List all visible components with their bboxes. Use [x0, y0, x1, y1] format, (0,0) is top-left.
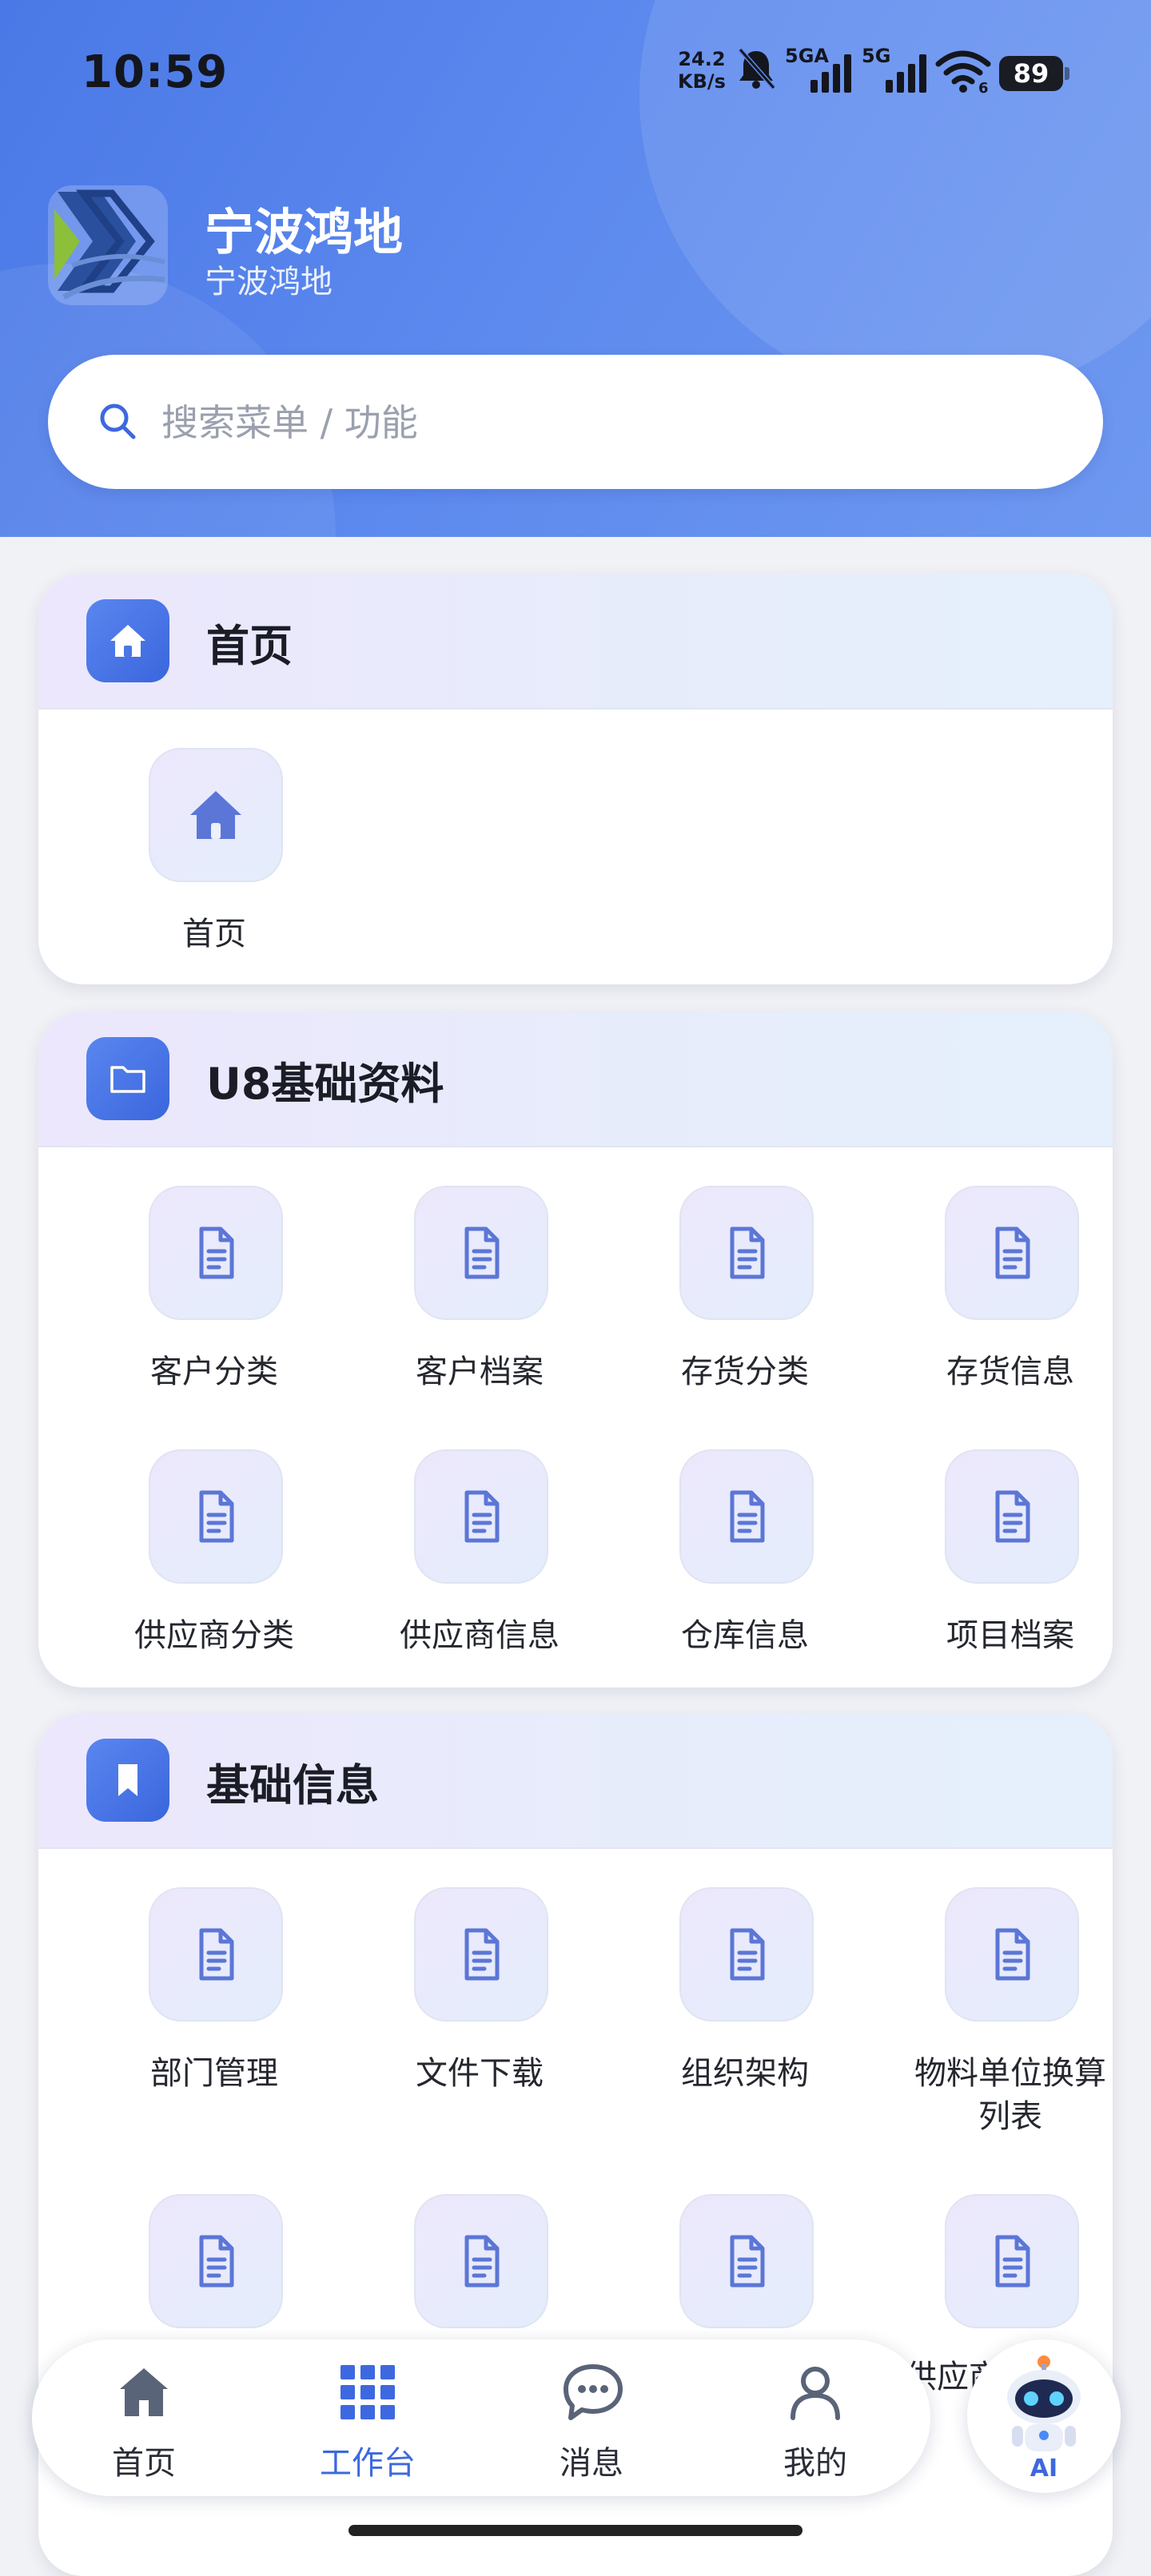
- document-icon: [149, 2194, 283, 2328]
- section-title: 基础信息: [206, 1760, 379, 1811]
- tab-label: 消息: [560, 2445, 623, 2482]
- section-card-home: 首页 首页: [38, 574, 1113, 984]
- tab-messages[interactable]: 消息: [512, 2339, 671, 2496]
- home-indicator[interactable]: [348, 2525, 803, 2536]
- tab-label: 我的: [783, 2445, 847, 2482]
- menu-item-label: 客户档案: [416, 1354, 544, 1390]
- document-icon: [414, 1186, 548, 1320]
- network-speed: 24.2 KB/s: [678, 48, 726, 93]
- tab-profile[interactable]: 我的: [735, 2339, 895, 2496]
- document-icon: [149, 1449, 283, 1584]
- battery-indicator: 89: [999, 56, 1069, 91]
- network-speed-unit: KB/s: [678, 70, 726, 93]
- signal-icon: 5GA: [785, 45, 851, 93]
- document-icon: [414, 1887, 548, 2021]
- app-title: 宁波鸿地: [205, 203, 404, 261]
- tab-label: 首页: [112, 2445, 176, 2482]
- folder-icon: [86, 1037, 169, 1120]
- home-icon: [86, 599, 169, 682]
- document-icon: [945, 1186, 1079, 1320]
- ai-assistant-button[interactable]: AI: [967, 2339, 1121, 2493]
- chat-icon: [564, 2364, 623, 2420]
- menu-item-label: 客户分类: [150, 1354, 278, 1390]
- menu-item-label: 供应商信息: [400, 1617, 560, 1654]
- grid-icon: [341, 2365, 395, 2419]
- document-icon: [679, 1449, 814, 1584]
- document-icon: [414, 2194, 548, 2328]
- section-title: 首页: [206, 621, 293, 671]
- search-input[interactable]: [160, 390, 1042, 455]
- bell-muted-icon: [738, 48, 776, 89]
- user-icon: [791, 2367, 840, 2420]
- menu-item-label: 供应商分类: [134, 1617, 294, 1654]
- menu-item-label: 仓库信息: [681, 1617, 809, 1654]
- document-icon: [945, 1887, 1079, 2021]
- signal-sim2-label: 5G: [862, 45, 890, 67]
- section-header: U8基础资料: [38, 1012, 1113, 1147]
- app-logo[interactable]: [48, 185, 168, 305]
- home-icon: [120, 2368, 168, 2416]
- menu-item-label-line2: 列表: [978, 2098, 1042, 2135]
- search-bar[interactable]: [48, 355, 1103, 489]
- tab-workbench[interactable]: 工作台: [288, 2339, 448, 2496]
- wifi-icon: 6: [935, 50, 991, 94]
- section-title: U8基础资料: [206, 1059, 444, 1109]
- section-header: 基础信息: [38, 1713, 1113, 1849]
- menu-item-label: 文件下载: [416, 2055, 544, 2092]
- status-bar: 10:59 24.2 KB/s 5GA 5G 6 89: [0, 0, 1151, 144]
- tab-home[interactable]: 首页: [64, 2339, 224, 2496]
- bottom-tab-bar: 首页 工作台 消息 我的: [32, 2339, 930, 2496]
- document-icon: [414, 1449, 548, 1584]
- search-icon: [100, 403, 136, 439]
- app-subtitle: 宁波鸿地: [205, 264, 333, 300]
- menu-item-label: 物料单位换算: [914, 2055, 1106, 2092]
- menu-item-label: 首页: [182, 916, 246, 952]
- wifi-level: 6: [978, 80, 989, 94]
- menu-item-label: 项目档案: [946, 1617, 1074, 1654]
- brand-logo-icon: [54, 189, 165, 300]
- signal-sim1-label: 5GA: [785, 45, 829, 67]
- document-icon: [945, 1449, 1079, 1584]
- menu-item-label: 存货分类: [681, 1354, 809, 1390]
- signal-icon: 5G: [862, 45, 926, 93]
- network-speed-value: 24.2: [678, 48, 726, 70]
- menu-item-label: 存货信息: [946, 1354, 1074, 1390]
- document-icon: [679, 2194, 814, 2328]
- section-header: 首页: [38, 574, 1113, 710]
- document-icon: [679, 1887, 814, 2021]
- menu-item-label: 部门管理: [150, 2055, 278, 2092]
- menu-item-label: 组织架构: [681, 2055, 809, 2092]
- section-card-u8-basic-data: U8基础资料 客户分类 客户档案 存货分类 存货信息供应商分类 供应商信息 仓库信息 项目档…: [38, 1012, 1113, 1688]
- bookmark-icon: [86, 1739, 169, 1822]
- ai-label: AI: [1030, 2455, 1058, 2483]
- document-icon: [679, 1186, 814, 1320]
- tab-label: 工作台: [320, 2445, 416, 2482]
- document-icon: [149, 1186, 283, 1320]
- status-time: 10:59: [82, 46, 229, 98]
- document-icon: [945, 2194, 1079, 2328]
- document-icon: [149, 1887, 283, 2021]
- header: 10:59 24.2 KB/s 5GA 5G 6 89 宁波鸿地 宁波鸿地 搜索…: [0, 0, 1151, 537]
- home-icon: [149, 748, 283, 882]
